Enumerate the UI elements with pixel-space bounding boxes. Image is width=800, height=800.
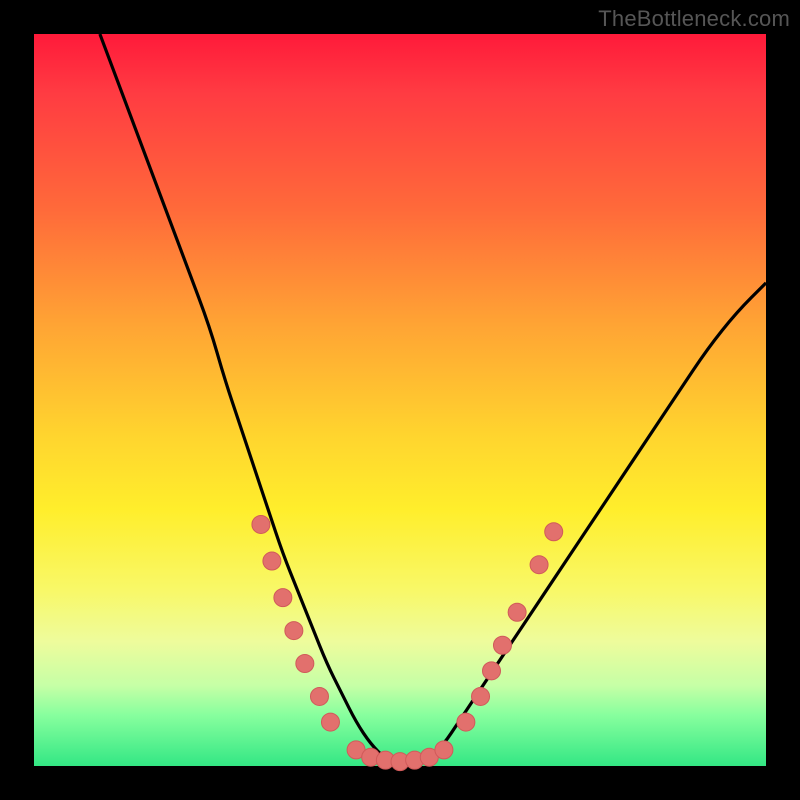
data-dot <box>483 662 501 680</box>
data-dot <box>508 603 526 621</box>
data-dot <box>545 523 563 541</box>
data-dot <box>310 687 328 705</box>
data-dot <box>252 515 270 533</box>
data-dot <box>296 655 314 673</box>
data-dot <box>274 589 292 607</box>
data-dot <box>472 687 490 705</box>
data-dot <box>435 741 453 759</box>
data-dot <box>530 556 548 574</box>
chart-frame: TheBottleneck.com <box>0 0 800 800</box>
watermark-text: TheBottleneck.com <box>598 6 790 32</box>
curve-layer <box>34 34 766 766</box>
plot-area <box>34 34 766 766</box>
data-dot <box>321 713 339 731</box>
data-dot <box>493 636 511 654</box>
data-dot <box>263 552 281 570</box>
bottleneck-curve <box>100 34 766 766</box>
data-dot <box>285 622 303 640</box>
data-dot <box>457 713 475 731</box>
data-dots <box>252 515 563 770</box>
